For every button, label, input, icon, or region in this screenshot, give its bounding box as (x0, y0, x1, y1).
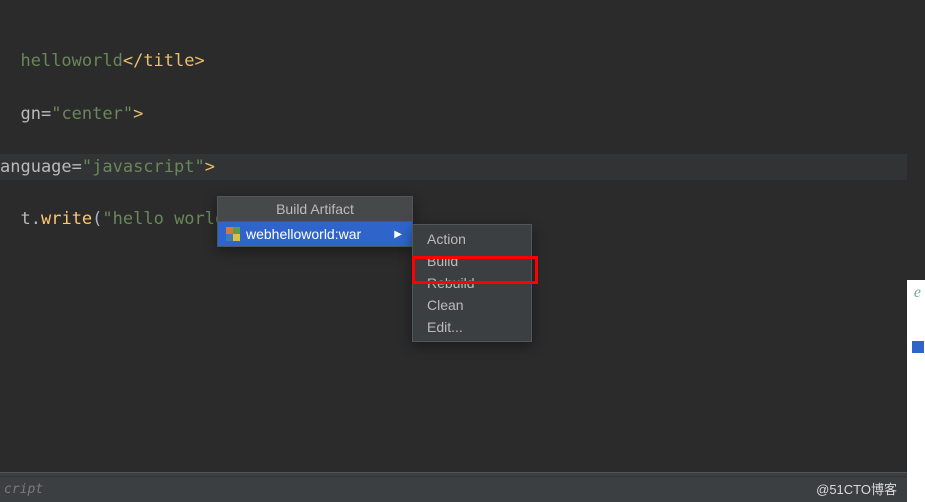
code-attr: anguage= (0, 157, 82, 177)
code-text: helloworld (20, 51, 122, 71)
gutter-chip (911, 340, 925, 354)
popup-title: Build Artifact (218, 197, 412, 222)
submenu-arrow-icon: ▶ (394, 229, 402, 240)
artifact-label: webhelloworld:war (246, 226, 361, 242)
right-gutter: e (907, 0, 925, 502)
code-value: "javascript" (82, 157, 205, 177)
watermark-text: @51CTO博客 (816, 479, 897, 498)
submenu-action[interactable]: Action (413, 228, 531, 250)
code-punc: > (205, 157, 215, 177)
build-artifact-popup: Build Artifact webhelloworld:war ▶ (217, 196, 413, 247)
code-method: write (41, 209, 92, 229)
submenu-edit[interactable]: Edit... (413, 316, 531, 338)
artifact-item-webhelloworld[interactable]: webhelloworld:war ▶ (218, 222, 412, 246)
submenu-build[interactable]: Build (413, 250, 531, 272)
submenu-clean[interactable]: Clean (413, 294, 531, 316)
gutter-letter-e: e (914, 284, 921, 302)
status-bar: cript (0, 476, 925, 502)
code-tag: </title> (123, 51, 205, 71)
code-object: t (20, 209, 30, 229)
code-punc: > (133, 104, 143, 124)
code-string: "hello world" (102, 209, 235, 229)
submenu-rebuild[interactable]: Rebuild (413, 272, 531, 294)
code-value: "center" (51, 104, 133, 124)
artifact-action-submenu: Action Build Rebuild Clean Edit... (412, 224, 532, 342)
code-attr: gn= (20, 104, 51, 124)
status-text: cript (4, 482, 43, 497)
artifact-icon (226, 227, 240, 241)
